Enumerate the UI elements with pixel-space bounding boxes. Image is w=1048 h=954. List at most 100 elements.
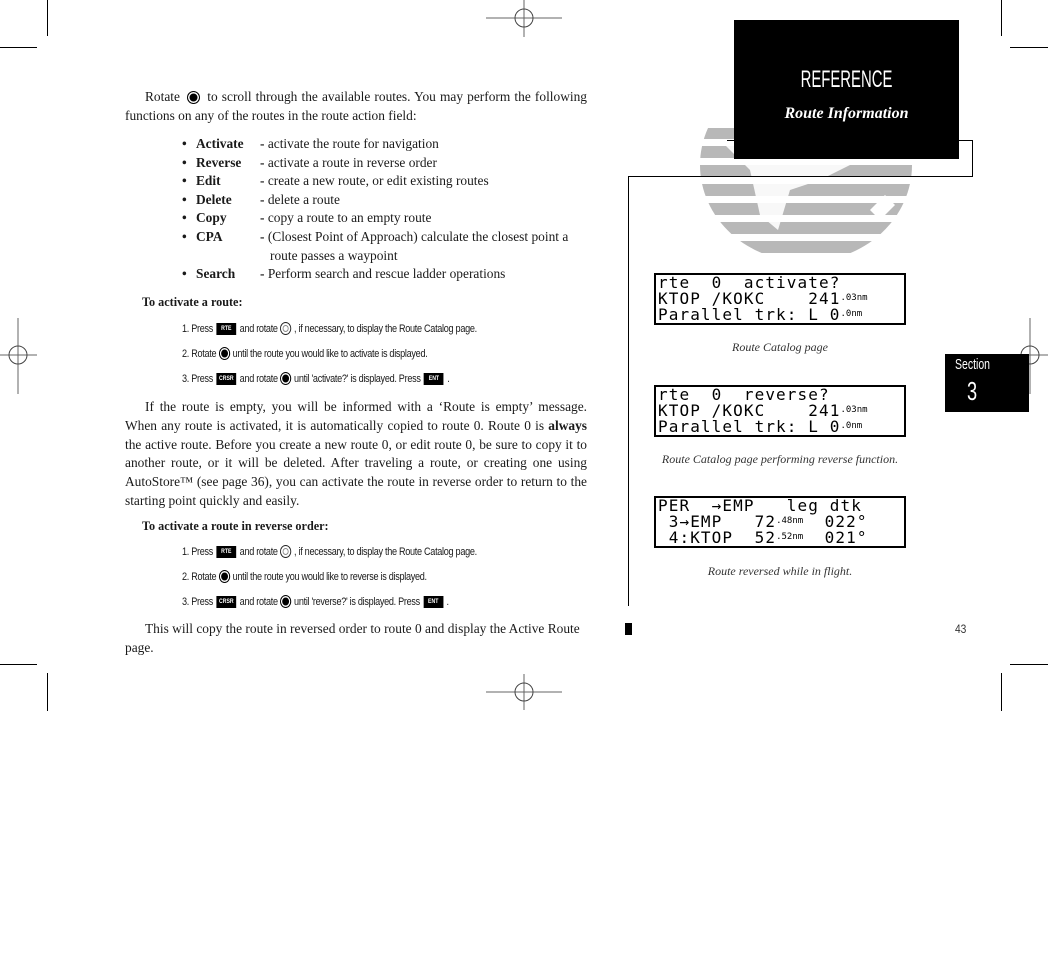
function-term: Activate (196, 136, 244, 151)
lcd-decimal: .03 (840, 293, 857, 303)
lcd-decimal: .52 (776, 532, 793, 542)
step-item: 2. Rotate until the route you would like … (182, 341, 477, 366)
dash: - (260, 191, 268, 207)
step-text: 1. Press (182, 322, 214, 335)
function-list-item: • Copy - copy a route to an empty route (182, 209, 602, 228)
function-description: - activate a route in reverse order (260, 154, 580, 173)
lcd-decimal: .0 (840, 421, 852, 431)
function-description-text: create a new route, or edit existing rou… (267, 173, 489, 189)
frame-line (727, 140, 973, 141)
dash: - (260, 136, 268, 151)
empty-para-part2: the active route. Before you create a ne… (125, 436, 587, 508)
closing-paragraph: This will copy the route in reversed ord… (125, 621, 580, 655)
function-term: CPA (196, 228, 223, 244)
function-description-text: activate a route in reverse order (267, 154, 437, 170)
lcd-decimal: .48 (776, 516, 793, 526)
intro-text-before: Rotate (145, 89, 180, 104)
step-item: 1. Press RTE and rotate , if necessary, to … (182, 316, 477, 341)
key-ent-button-icon: ENT (423, 595, 444, 608)
step-text: 1. Press (182, 545, 214, 558)
section-label: Section (955, 356, 991, 373)
frame-line (628, 176, 973, 177)
dash: - (260, 228, 268, 244)
key-crsr-button-icon: CRSR (216, 372, 237, 385)
function-description: - (Closest Point of Approach) calculate … (260, 228, 580, 247)
function-term: Delete (196, 191, 232, 207)
function-term: Copy (196, 210, 227, 226)
screen-caption: Route Catalog page (732, 340, 828, 354)
step-text: and rotate (239, 545, 278, 558)
dash: - (260, 266, 268, 282)
lcd-row: 4:KTOP 52.52 nm 021° (658, 530, 902, 546)
lcd-screen: rte 0 reverse? KTOP /KOKC 241.03 nm Paralle… (654, 385, 906, 437)
dash: - (260, 173, 268, 189)
lcd-unit: nm (851, 309, 863, 319)
step-text: . (447, 372, 450, 385)
reverse-steps: 1. Press RTE and rotate, if necessary, to … (182, 539, 477, 614)
section-number: 3 (967, 376, 978, 406)
function-description: - activate the route for navigation (260, 135, 580, 154)
crop-mark (47, 0, 48, 36)
empty-para-part1: If the route is empty, you will be infor… (125, 399, 587, 433)
empty-para-bold: always (548, 417, 587, 433)
crop-mark (0, 664, 37, 665)
lcd-text: Parallel trk: L 0 (658, 417, 841, 436)
crop-mark (47, 673, 48, 711)
step-text: 2. Rotate (182, 570, 217, 583)
function-list-item: • Edit - create a new route, or edit exist… (182, 172, 602, 191)
crop-mark (1010, 47, 1048, 48)
lcd-decimal: .03 (840, 405, 857, 415)
step-text: 2. Rotate (182, 347, 217, 360)
function-description-text: Perform search and rescue ladder operati… (267, 266, 506, 282)
step-text: and rotate (239, 372, 278, 385)
lcd-text: Parallel trk: L 0 (658, 305, 841, 324)
screen-caption: Route Catalog page performing reverse fu… (661, 452, 899, 466)
knob-outline-icon (280, 545, 292, 558)
knob-filled-icon (218, 570, 231, 583)
knob-filled-icon (187, 91, 201, 105)
step-text: until the route you would like to revers… (232, 570, 427, 583)
function-term: Reverse (196, 154, 242, 170)
key-crsr-button-icon: CRSR (216, 595, 237, 608)
function-list-item: • CPA - (Closest Point of Approach) calcul… (182, 228, 602, 247)
knob-filled-icon (280, 595, 292, 608)
function-list-item: • Delete - delete a route (182, 191, 602, 210)
empty-route-paragraph: If the route is empty, you will be infor… (125, 398, 587, 511)
screen-caption: Route reversed while in flight. (707, 564, 853, 578)
page-number: 43 (955, 622, 967, 636)
lcd-row: Parallel trk: L 0.0 nm (658, 419, 902, 435)
bullet-icon: • (182, 228, 187, 244)
function-description: - Perform search and rescue ladder opera… (260, 265, 580, 284)
registration-mark-bottom (486, 674, 562, 710)
lcd-unit: nm (792, 532, 804, 542)
crop-mark (0, 47, 37, 48)
function-description-text: delete a route (267, 191, 340, 207)
step-text: , if necessary, to display the Route Cat… (294, 545, 477, 558)
chapter-subtitle: Route Information (784, 105, 909, 122)
function-description-continued: route passes a waypoint (270, 247, 398, 263)
step-text: until 'activate?' is displayed. Press (294, 372, 421, 385)
chapter-title: REFERENCE (800, 66, 893, 93)
registration-mark-left (0, 318, 37, 394)
bullet-icon: • (182, 266, 187, 282)
function-list-item: • Reverse - activate a route in reverse or… (182, 154, 602, 173)
lcd-unit: nm (792, 516, 804, 526)
page-marker (625, 623, 632, 635)
step-text: 3. Press (182, 372, 214, 385)
step-text: and rotate (239, 595, 278, 608)
step-item: 3. Press CRSR and rotate until 'activate?' … (182, 366, 477, 391)
lcd-decimal: .0 (840, 309, 852, 319)
frame-line (628, 176, 629, 606)
step-item: 2. Rotate until the route you would like … (182, 564, 477, 589)
activate-heading: To activate a route: (142, 295, 243, 309)
step-text: until the route you would like to activa… (232, 347, 428, 360)
section-tab[interactable]: Section 3 (945, 354, 1029, 412)
lcd-screen: PER →EMP leg dtk 3→EMP 72.48 nm 022° 4:KT… (654, 496, 906, 548)
frame-line (972, 140, 973, 176)
crop-mark (1001, 0, 1002, 36)
lcd-text: 021° (803, 528, 868, 547)
knob-filled-icon (280, 372, 292, 385)
bullet-icon: • (182, 136, 187, 151)
step-item: 3. Press CRSR and rotate until 'reverse?' i… (182, 589, 477, 614)
function-term: Search (196, 266, 236, 282)
